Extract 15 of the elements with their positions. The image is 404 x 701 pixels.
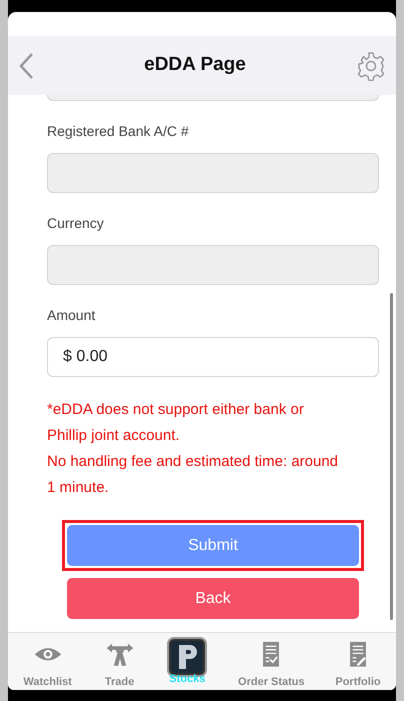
settings-icon[interactable] bbox=[356, 50, 386, 80]
field-label: Amount bbox=[47, 307, 96, 324]
tab[interactable]: Trade bbox=[102, 637, 137, 690]
submit-button[interactable]: Submit bbox=[67, 525, 359, 566]
tab[interactable]: Watchlist bbox=[23, 637, 72, 690]
tab[interactable]: Portfolio bbox=[335, 637, 381, 690]
warning-text: *eDDA does not support either bank or Phillip joint account. bbox=[47, 400, 305, 446]
tab[interactable]: Order Status bbox=[238, 637, 305, 690]
field-label: Registered Bank A/C # bbox=[47, 123, 190, 140]
warning-text: No handling fee and estimated time: around 1 minute. bbox=[47, 452, 340, 498]
back-button[interactable]: Back bbox=[67, 578, 359, 619]
field-label: Currency bbox=[47, 215, 105, 232]
page-title: eDDA Page bbox=[144, 53, 246, 78]
input-field[interactable]: $ 0.00 bbox=[47, 337, 379, 377]
back-icon[interactable] bbox=[18, 52, 34, 80]
